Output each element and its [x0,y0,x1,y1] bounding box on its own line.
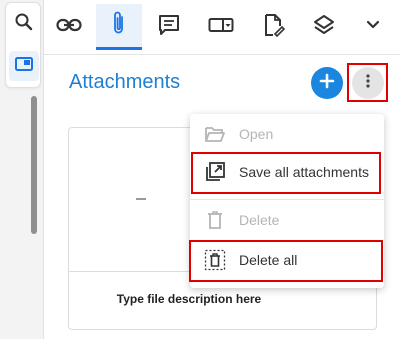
link-icon [56,18,82,37]
layers-icon [313,14,335,41]
more-tools-button[interactable] [350,4,396,50]
add-attachment-button[interactable] [311,67,343,99]
attachments-panel-app: Attachments Type file description here O… [0,0,400,339]
sign-tool-button[interactable] [251,4,297,50]
delete-all-highlight [189,240,383,282]
search-icon [14,12,34,37]
attachments-tool-button[interactable] [96,4,142,50]
sign-document-icon [263,13,286,42]
menu-item-open-label: Open [239,126,274,142]
link-tool-button[interactable] [46,4,92,50]
panel-icon [14,55,34,78]
top-toolbar [44,0,400,55]
form-field-tool-button[interactable] [198,4,244,50]
form-field-icon [208,17,234,38]
attachment-preview-placeholder [136,198,146,200]
menu-item-open[interactable]: Open [190,114,384,154]
plus-icon [319,73,335,94]
trash-icon [204,209,226,231]
comment-tool-button[interactable] [146,4,192,50]
folder-open-icon [204,123,226,145]
attachment-description-field[interactable]: Type file description here [69,292,309,306]
left-rail-card [5,2,41,88]
menu-item-delete[interactable]: Delete [190,200,384,240]
menu-item-delete-label: Delete [239,212,280,228]
layers-tool-button[interactable] [301,4,347,50]
left-rail [0,0,44,339]
chevron-down-icon [365,18,381,36]
paperclip-icon [111,10,127,41]
left-rail-scrollbar[interactable] [31,96,37,234]
save-all-highlight [191,152,381,194]
comment-icon [158,14,180,41]
page-title: Attachments [69,71,181,93]
panel-toggle-button[interactable] [9,51,39,81]
more-options-highlight [347,63,388,102]
search-button[interactable] [9,9,39,39]
